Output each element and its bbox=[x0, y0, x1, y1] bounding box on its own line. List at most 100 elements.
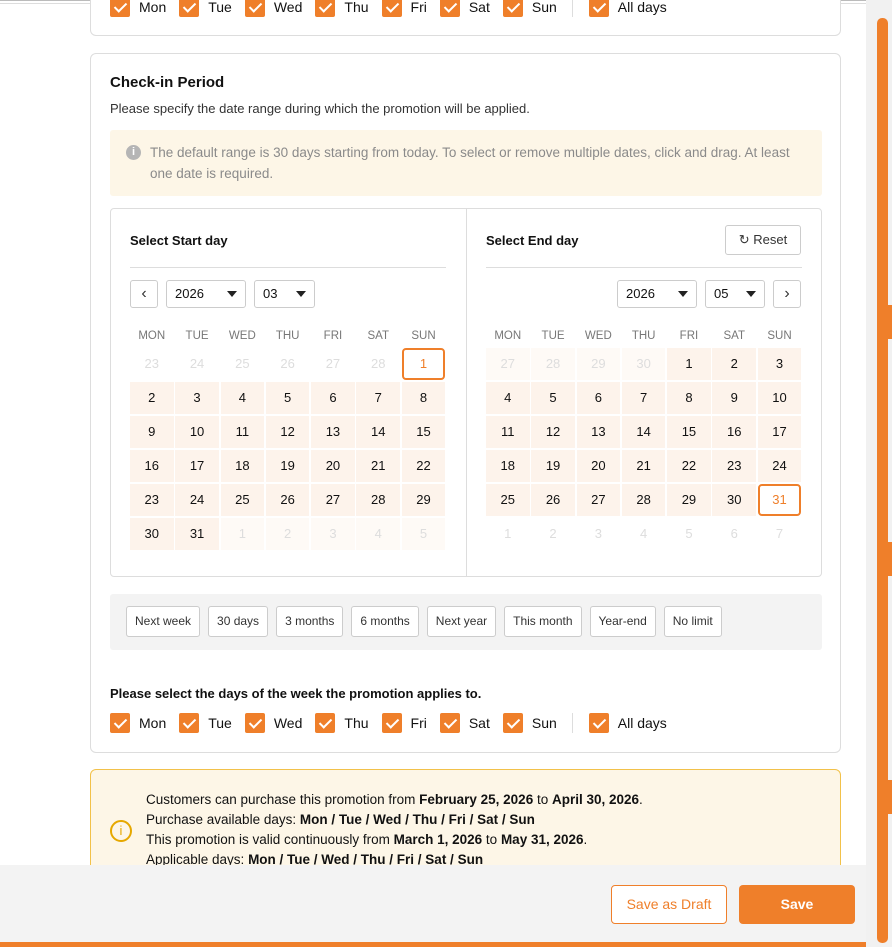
quick-range-button[interactable]: 6 months bbox=[351, 606, 419, 637]
calendar-day[interactable]: 25 bbox=[486, 484, 530, 516]
calendar-day[interactable]: 3 bbox=[757, 348, 802, 380]
calendar-day[interactable]: 10 bbox=[175, 416, 219, 448]
calendar-day[interactable]: 9 bbox=[130, 416, 174, 448]
day-checkbox-thu[interactable]: Thu bbox=[315, 0, 369, 17]
start-month-select[interactable]: 03 bbox=[254, 280, 315, 308]
calendar-day[interactable]: 26 bbox=[265, 484, 310, 516]
calendar-day[interactable]: 2 bbox=[531, 518, 575, 550]
calendar-day[interactable]: 5 bbox=[401, 518, 446, 550]
calendar-day[interactable]: 13 bbox=[311, 416, 355, 448]
day-checkbox-mon[interactable]: Mon bbox=[110, 713, 166, 733]
calendar-day[interactable]: 2 bbox=[265, 518, 310, 550]
calendar-day[interactable]: 27 bbox=[576, 484, 621, 516]
quick-range-button[interactable]: Next week bbox=[126, 606, 201, 637]
calendar-day[interactable]: 17 bbox=[757, 416, 802, 448]
calendar-day[interactable]: 1 bbox=[667, 348, 711, 380]
day-checkbox-sat[interactable]: Sat bbox=[439, 713, 490, 733]
calendar-day[interactable]: 7 bbox=[758, 518, 802, 550]
calendar-day[interactable]: 24 bbox=[175, 484, 219, 516]
calendar-day[interactable]: 11 bbox=[220, 416, 265, 448]
day-checkbox-fri[interactable]: Fri bbox=[381, 713, 427, 733]
calendar-day[interactable]: 8 bbox=[667, 382, 711, 414]
calendar-day[interactable]: 29 bbox=[667, 484, 711, 516]
end-year-select[interactable]: 2026 bbox=[617, 280, 697, 308]
calendar-day[interactable]: 9 bbox=[712, 382, 756, 414]
quick-range-button[interactable]: 3 months bbox=[276, 606, 344, 637]
prev-month-button[interactable]: ‹ bbox=[130, 280, 158, 308]
calendar-day[interactable]: 17 bbox=[175, 450, 219, 482]
day-checkbox-sun[interactable]: Sun bbox=[502, 0, 557, 17]
day-checkbox-mon[interactable]: Mon bbox=[110, 0, 166, 17]
calendar-day[interactable]: 26 bbox=[266, 348, 310, 380]
calendar-day[interactable]: 30 bbox=[621, 348, 666, 380]
calendar-day[interactable]: 14 bbox=[356, 416, 400, 448]
calendar-day[interactable]: 10 bbox=[757, 382, 802, 414]
calendar-day[interactable]: 28 bbox=[356, 348, 400, 380]
calendar-day[interactable]: 16 bbox=[712, 416, 756, 448]
calendar-day[interactable]: 25 bbox=[221, 348, 265, 380]
calendar-day[interactable]: 21 bbox=[356, 450, 400, 482]
calendar-day[interactable]: 22 bbox=[401, 450, 446, 482]
calendar-day[interactable]: 19 bbox=[265, 450, 310, 482]
day-checkbox-wed[interactable]: Wed bbox=[244, 713, 302, 733]
calendar-day[interactable]: 11 bbox=[486, 416, 530, 448]
end-month-select[interactable]: 05 bbox=[705, 280, 765, 308]
scrollbar[interactable] bbox=[877, 18, 888, 943]
all-days-checkbox[interactable]: All days bbox=[588, 713, 667, 733]
calendar-day[interactable]: 14 bbox=[621, 416, 666, 448]
calendar-day[interactable]: 2 bbox=[130, 382, 174, 414]
calendar-day[interactable]: 22 bbox=[667, 450, 711, 482]
calendar-day[interactable]: 6 bbox=[576, 382, 621, 414]
calendar-day[interactable]: 24 bbox=[175, 348, 219, 380]
calendar-day[interactable]: 5 bbox=[265, 382, 310, 414]
calendar-day[interactable]: 12 bbox=[531, 416, 575, 448]
calendar-day[interactable]: 1 bbox=[220, 518, 265, 550]
calendar-day[interactable]: 4 bbox=[622, 518, 666, 550]
calendar-day[interactable]: 7 bbox=[621, 382, 666, 414]
start-year-select[interactable]: 2026 bbox=[166, 280, 246, 308]
quick-range-button[interactable]: Year-end bbox=[589, 606, 656, 637]
day-checkbox-fri[interactable]: Fri bbox=[381, 0, 427, 17]
calendar-day[interactable]: 18 bbox=[220, 450, 265, 482]
calendar-day[interactable]: 1 bbox=[486, 518, 530, 550]
calendar-day[interactable]: 20 bbox=[576, 450, 621, 482]
calendar-day[interactable]: 6 bbox=[311, 382, 355, 414]
calendar-day[interactable]: 7 bbox=[356, 382, 400, 414]
calendar-day[interactable]: 18 bbox=[486, 450, 530, 482]
calendar-day[interactable]: 1 bbox=[401, 348, 446, 380]
calendar-day[interactable]: 27 bbox=[311, 348, 355, 380]
calendar-day[interactable]: 28 bbox=[356, 484, 400, 516]
calendar-day[interactable]: 21 bbox=[621, 450, 666, 482]
all-days-checkbox[interactable]: All days bbox=[588, 0, 667, 17]
day-checkbox-sat[interactable]: Sat bbox=[439, 0, 490, 17]
quick-range-button[interactable]: No limit bbox=[663, 606, 722, 637]
calendar-day[interactable]: 5 bbox=[531, 382, 575, 414]
calendar-day[interactable]: 26 bbox=[531, 484, 575, 516]
calendar-day[interactable]: 4 bbox=[220, 382, 265, 414]
calendar-day[interactable]: 27 bbox=[486, 348, 530, 380]
calendar-day[interactable]: 15 bbox=[667, 416, 711, 448]
quick-range-button[interactable]: This month bbox=[504, 606, 582, 637]
calendar-day[interactable]: 4 bbox=[356, 518, 400, 550]
calendar-day[interactable]: 3 bbox=[311, 518, 355, 550]
calendar-day[interactable]: 8 bbox=[401, 382, 446, 414]
save-button[interactable]: Save bbox=[739, 885, 855, 924]
calendar-day[interactable]: 29 bbox=[401, 484, 446, 516]
calendar-day[interactable]: 15 bbox=[401, 416, 446, 448]
calendar-day[interactable]: 3 bbox=[577, 518, 621, 550]
quick-range-button[interactable]: Next year bbox=[426, 606, 497, 637]
day-checkbox-sun[interactable]: Sun bbox=[502, 713, 557, 733]
calendar-day[interactable]: 12 bbox=[265, 416, 310, 448]
calendar-day[interactable]: 31 bbox=[175, 518, 219, 550]
calendar-day[interactable]: 23 bbox=[130, 484, 174, 516]
calendar-day[interactable]: 28 bbox=[531, 348, 575, 380]
calendar-day[interactable]: 23 bbox=[130, 348, 174, 380]
calendar-day[interactable]: 30 bbox=[712, 484, 756, 516]
calendar-day[interactable]: 23 bbox=[712, 450, 756, 482]
save-draft-button[interactable]: Save as Draft bbox=[611, 885, 727, 924]
calendar-day[interactable]: 16 bbox=[130, 450, 174, 482]
calendar-day[interactable]: 4 bbox=[486, 382, 530, 414]
calendar-day[interactable]: 3 bbox=[175, 382, 219, 414]
calendar-day[interactable]: 5 bbox=[667, 518, 711, 550]
quick-range-button[interactable]: 30 days bbox=[208, 606, 269, 637]
